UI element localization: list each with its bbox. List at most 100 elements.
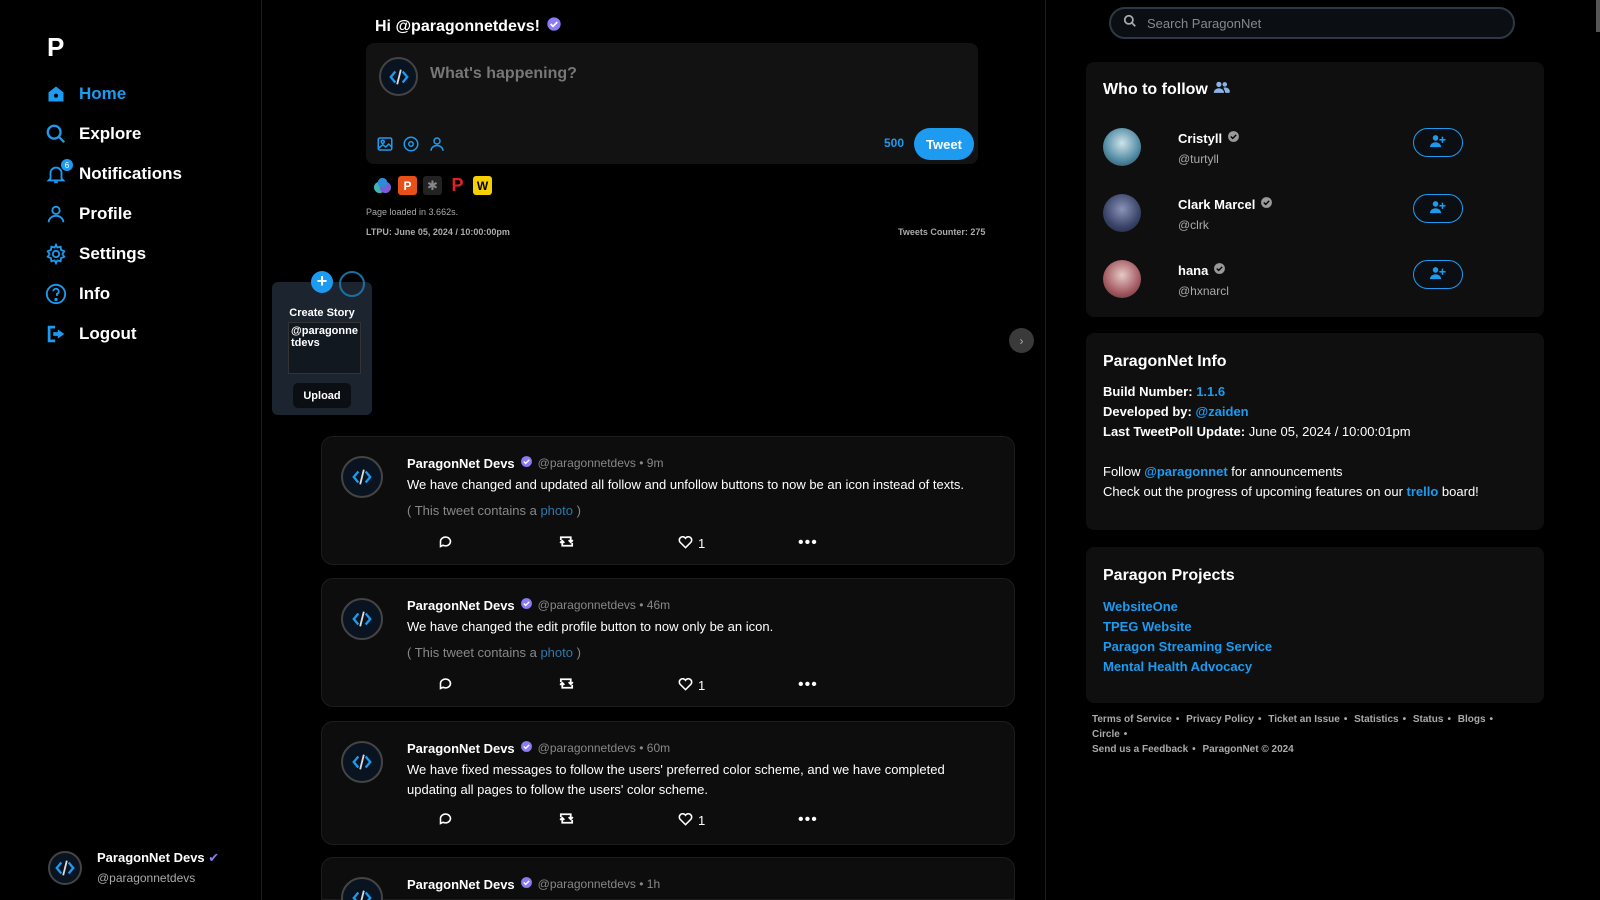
follow-name-text: Cristyll (1178, 130, 1223, 146)
sidebar-item-settings[interactable]: Settings (44, 234, 182, 274)
tweet-actions: 1 ••• (438, 811, 918, 829)
app-logo[interactable]: P (47, 32, 64, 63)
follow-name[interactable]: hana (1178, 262, 1226, 278)
code-icon (352, 754, 372, 770)
announcements-link[interactable]: @paragonnet (1144, 464, 1227, 479)
retweet-button[interactable] (558, 811, 678, 829)
reply-button[interactable] (438, 676, 558, 694)
story-next-button[interactable]: › (1009, 328, 1034, 353)
user-icon[interactable] (428, 135, 446, 153)
footer-link-blogs[interactable]: Blogs (1458, 714, 1486, 725)
sidebar-account[interactable]: ParagonNet Devs ✔ @paragonnetdevs (48, 850, 219, 885)
reply-button[interactable] (438, 811, 558, 829)
tweet-meta: @paragonnetdevs • 60m (537, 741, 671, 755)
footer-link-status[interactable]: Status (1413, 714, 1444, 725)
follow-button[interactable] (1413, 260, 1463, 289)
greeting: Hi @paragonnetdevs! (375, 16, 562, 37)
avatar[interactable] (1103, 260, 1141, 298)
tweet-author[interactable]: ParagonNet Devs (407, 877, 515, 892)
account-name: ParagonNet Devs ✔ (97, 850, 219, 866)
like-button[interactable]: 1 (678, 811, 798, 829)
search-icon (1123, 14, 1137, 33)
more-button[interactable]: ••• (798, 676, 918, 694)
footer-link-ticket[interactable]: Ticket an Issue (1268, 714, 1340, 725)
like-button[interactable]: 1 (678, 534, 798, 552)
avatar[interactable] (1103, 194, 1141, 232)
build-number[interactable]: 1.1.6 (1196, 384, 1225, 399)
retweet-button[interactable] (558, 676, 678, 694)
more-button[interactable]: ••• (798, 534, 918, 552)
footer-link-statistics[interactable]: Statistics (1354, 714, 1398, 725)
char-counter: 500 (884, 136, 905, 150)
follow-button[interactable] (1413, 194, 1463, 223)
reply-button[interactable] (438, 534, 558, 552)
sidebar-item-explore[interactable]: Explore (44, 114, 182, 154)
sidebar-item-profile[interactable]: Profile (44, 194, 182, 234)
tweet-author[interactable]: ParagonNet Devs (407, 456, 515, 471)
tweet-button[interactable]: Tweet (914, 128, 974, 160)
footer-link-circle[interactable]: Circle (1092, 729, 1120, 740)
follow-button[interactable] (1413, 128, 1463, 157)
info-lines: Build Number: 1.1.6 Developed by: @zaide… (1103, 382, 1479, 502)
page-scrollbar[interactable] (1596, 0, 1600, 32)
photo-link[interactable]: photo (540, 503, 573, 518)
story-ring[interactable] (339, 271, 365, 297)
sidebar-item-home[interactable]: Home (44, 74, 182, 114)
project-link-mental-health[interactable]: Mental Health Advocacy (1103, 657, 1272, 677)
tweet-card[interactable]: ParagonNet Devs @paragonnetdevs • 1h (321, 857, 1015, 900)
sidebar-item-info[interactable]: Info (44, 274, 182, 314)
footer-link-feedback[interactable]: Send us a Feedback (1092, 744, 1188, 755)
search-input[interactable] (1147, 15, 1487, 31)
code-icon (55, 859, 75, 876)
tweet-card[interactable]: ParagonNet Devs @paragonnetdevs • 60m We… (321, 721, 1015, 845)
p-square-icon[interactable]: P (398, 176, 417, 195)
project-link-tpeg[interactable]: TPEG Website (1103, 617, 1272, 637)
avatar[interactable] (341, 741, 383, 783)
tweet-card[interactable]: ParagonNet Devs @paragonnetdevs • 9m We … (321, 436, 1015, 565)
tweet-card[interactable]: ParagonNet Devs @paragonnetdevs • 46m We… (321, 578, 1015, 707)
blob-icon[interactable] (373, 176, 392, 195)
image-icon[interactable] (376, 135, 394, 153)
heart-icon (678, 812, 693, 829)
avatar[interactable] (1103, 128, 1141, 166)
footer-link-privacy[interactable]: Privacy Policy (1186, 714, 1254, 725)
search-bar (1109, 7, 1515, 39)
like-button[interactable]: 1 (678, 676, 798, 694)
verified-icon (520, 455, 533, 471)
avatar[interactable] (341, 598, 383, 640)
retweet-button[interactable] (558, 534, 678, 552)
developer-link[interactable]: @zaiden (1195, 404, 1248, 419)
verified-icon (1227, 130, 1240, 146)
greeting-text: Hi @paragonnetdevs! (375, 17, 540, 35)
sidebar-item-notifications[interactable]: 6 Notifications (44, 154, 182, 194)
upload-button[interactable]: Upload (293, 383, 351, 408)
code-icon (388, 68, 409, 85)
project-link-websiteone[interactable]: WebsiteOne (1103, 597, 1272, 617)
compose-input[interactable]: What's happening? (430, 65, 577, 83)
follow-text-suffix: for announcements (1227, 464, 1343, 479)
w-yellow-icon[interactable]: W (473, 176, 492, 195)
tweet-author[interactable]: ParagonNet Devs (407, 598, 515, 613)
gear-badge-icon[interactable]: ✱ (423, 176, 442, 195)
footer-separator: • (1489, 714, 1494, 725)
photo-link[interactable]: photo (540, 645, 573, 660)
verified-icon (520, 876, 533, 892)
project-link-streaming[interactable]: Paragon Streaming Service (1103, 637, 1272, 657)
add-user-icon (1430, 266, 1446, 283)
like-count: 1 (698, 812, 706, 828)
gear-icon[interactable] (402, 135, 420, 153)
code-icon (352, 469, 372, 485)
avatar[interactable] (341, 877, 383, 900)
avatar[interactable] (341, 456, 383, 498)
ltpu-status: LTPU: June 05, 2024 / 10:00:00pm (366, 227, 510, 237)
add-story-icon[interactable]: + (311, 271, 333, 293)
sidebar-item-logout[interactable]: Logout (44, 314, 182, 354)
follow-name[interactable]: Clark Marcel (1178, 196, 1273, 212)
follow-name[interactable]: Cristyll (1178, 130, 1240, 146)
p-red-icon[interactable]: P (448, 175, 467, 195)
tweet-author[interactable]: ParagonNet Devs (407, 741, 515, 756)
who-to-follow-title: Who to follow (1103, 80, 1230, 99)
more-button[interactable]: ••• (798, 811, 918, 829)
footer-link-terms[interactable]: Terms of Service (1092, 714, 1172, 725)
trello-link[interactable]: trello (1407, 484, 1439, 499)
